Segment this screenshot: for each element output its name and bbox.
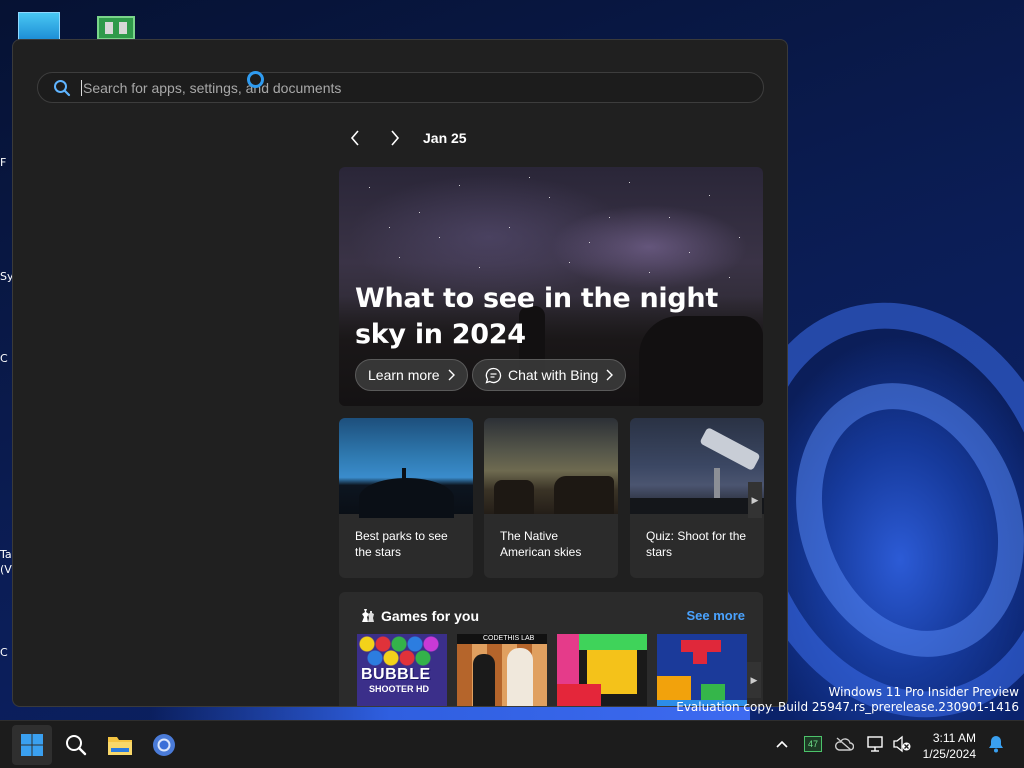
clock-date: 1/25/2024 — [922, 747, 976, 761]
chevron-up-icon — [776, 740, 788, 748]
news-card[interactable]: Best parks to see the stars — [339, 418, 473, 578]
block-green — [579, 634, 647, 650]
card-title: The Native American skies — [500, 529, 582, 559]
volume-icon[interactable] — [892, 734, 912, 754]
desktop-label-fragment: C — [0, 646, 8, 659]
file-explorer-button[interactable] — [100, 725, 140, 765]
game-tile-chess[interactable]: CODETHIS LAB — [457, 634, 547, 706]
hero-card[interactable]: What to see in the night sky in 2024 Lea… — [339, 167, 763, 406]
network-icon[interactable] — [866, 734, 886, 754]
card-image-stars-hill — [339, 418, 473, 518]
caret-right-icon: ▶ — [750, 674, 758, 685]
learn-more-button[interactable]: Learn more — [355, 359, 468, 391]
windows-watermark: Windows 11 Pro Insider Preview Evaluatio… — [676, 685, 1019, 715]
desktop-label-fragment: Ta — [0, 548, 12, 561]
start-search-panel: Jan 25 What to see in the night sky in 2… — [12, 39, 788, 707]
hero-title[interactable]: What to see in the night sky in 2024 — [355, 281, 735, 353]
onedrive-icon[interactable] — [834, 734, 854, 754]
news-card[interactable]: Quiz: Shoot for the stars — [630, 418, 764, 578]
chevron-right-icon — [606, 369, 614, 381]
desktop-icon-hardware[interactable] — [97, 16, 135, 40]
bell-icon — [989, 736, 1003, 753]
network-disconnected-icon — [867, 736, 883, 752]
watermark-edition: Windows 11 Pro Insider Preview — [828, 685, 1019, 699]
see-more-link[interactable]: See more — [686, 608, 745, 623]
codethislab-banner: CODETHIS LAB — [457, 634, 547, 644]
clock-time: 3:11 AM — [932, 731, 976, 745]
card-image-telescope — [630, 418, 764, 514]
search-icon — [54, 79, 71, 96]
browser-icon — [153, 734, 175, 756]
chevron-left-icon — [350, 130, 359, 146]
start-button[interactable] — [12, 725, 52, 765]
learn-more-label: Learn more — [368, 367, 440, 383]
chess-king-black — [473, 654, 495, 706]
game-subtitle-bubble: SHOOTER HD — [369, 684, 430, 694]
widgets-date: Jan 25 — [423, 130, 467, 146]
text-caret — [81, 79, 82, 96]
chess-king-white — [507, 648, 533, 706]
taskbar-clock[interactable]: 3:11 AM 1/25/2024 — [923, 730, 976, 762]
chat-bubble-icon — [485, 367, 502, 383]
chat-with-bing-label: Chat with Bing — [508, 367, 599, 383]
chess-pieces-icon — [362, 609, 374, 622]
search-icon — [66, 735, 87, 756]
game-tile-block-puzzle[interactable] — [557, 634, 647, 706]
game-tile-bubble-shooter[interactable]: BUBBLE SHOOTER HD — [357, 634, 447, 706]
watermark-build: Evaluation copy. Build 25947.rs_prerelea… — [676, 700, 1019, 714]
chevron-right-icon — [391, 130, 400, 146]
desktop-icon-monitor[interactable] — [18, 12, 60, 40]
caret-right-icon: ▶ — [751, 494, 759, 505]
card-title: Best parks to see the stars — [355, 529, 448, 559]
cards-scroll-right-button[interactable]: ▶ — [748, 482, 762, 518]
desktop-label-fragment: C — [0, 352, 8, 365]
desktop-label-fragment: F — [0, 156, 7, 169]
cloud-offline-icon — [835, 737, 854, 751]
badge-box: 47 — [804, 736, 822, 752]
card-image-milky-way — [484, 418, 618, 514]
show-hidden-icons-button[interactable] — [772, 734, 792, 754]
busy-cursor-icon — [247, 71, 264, 88]
search-input[interactable] — [83, 79, 683, 96]
speaker-muted-icon — [893, 735, 911, 753]
bubble-graphic — [357, 634, 447, 668]
previous-day-button[interactable] — [343, 126, 367, 150]
chevron-right-icon — [448, 369, 455, 381]
next-day-button[interactable] — [383, 126, 407, 150]
taskbar-search-button[interactable] — [56, 725, 96, 765]
chrome-button[interactable] — [144, 725, 184, 765]
windows-logo-icon — [21, 734, 43, 756]
games-title: Games for you — [381, 608, 480, 624]
desktop-label-fragment: (V — [0, 563, 12, 576]
chat-with-bing-button[interactable]: Chat with Bing — [472, 359, 627, 391]
block-red-t — [681, 640, 721, 652]
card-title: Quiz: Shoot for the stars — [646, 529, 747, 559]
game-title-bubble: BUBBLE — [361, 666, 431, 683]
taskbar: 47 3:11 AM 1/25/2024 — [0, 720, 1024, 768]
notifications-button[interactable] — [986, 734, 1006, 754]
block-red — [557, 684, 601, 706]
search-box[interactable] — [37, 72, 764, 103]
folder-icon — [108, 737, 132, 755]
block-red-t-stem — [693, 652, 707, 664]
news-card[interactable]: The Native American skies — [484, 418, 618, 578]
tray-app-badge[interactable]: 47 — [803, 734, 823, 754]
